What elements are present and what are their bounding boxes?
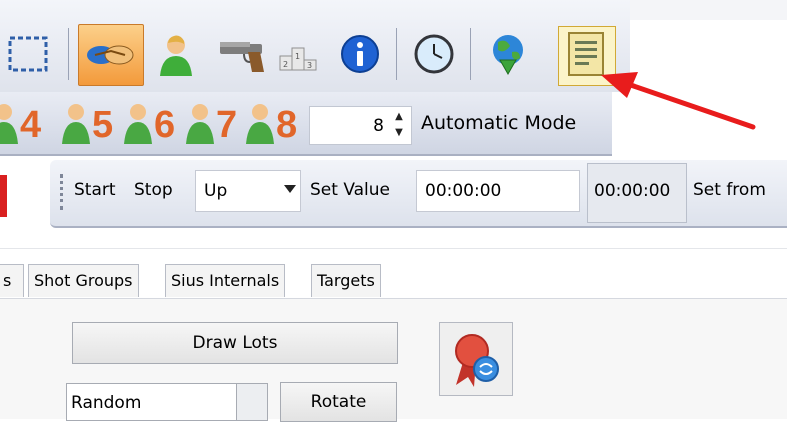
dropdown-button[interactable]: [236, 384, 267, 420]
user-button[interactable]: [150, 26, 202, 82]
automatic-mode-button[interactable]: Automatic Mode: [421, 112, 576, 134]
award-button[interactable]: [439, 322, 513, 396]
stepper-value: 8: [373, 116, 384, 136]
svg-text:1: 1: [295, 52, 300, 61]
shooter-icon: [246, 104, 274, 144]
toolbar-grip[interactable]: [60, 174, 66, 210]
shooter-count-stepper[interactable]: 8 ▲ ▼: [309, 106, 412, 145]
tab-shot-groups[interactable]: Shot Groups: [28, 264, 139, 297]
tab-sius-internals[interactable]: Sius Internals: [165, 264, 286, 297]
clock-button[interactable]: [406, 26, 458, 82]
pistol-icon: [220, 42, 264, 72]
shooter-button[interactable]: 8: [242, 100, 308, 148]
status-marker: [0, 175, 7, 217]
handshake-icon: [87, 45, 134, 65]
shooter-icon: [0, 104, 18, 144]
user-icon: [160, 35, 192, 76]
svg-text:3: 3: [307, 61, 312, 70]
tab-targets[interactable]: Targets: [311, 264, 381, 297]
selection-icon: [8, 36, 48, 72]
toolbar-separator: [68, 28, 69, 80]
svg-text:2: 2: [283, 60, 288, 69]
shooter-button[interactable]: 4: [0, 100, 44, 148]
toolbar-separator: [470, 28, 471, 80]
set-value-input[interactable]: 00:00:00: [416, 170, 580, 212]
shooter-icon: [124, 104, 152, 144]
shooter-button[interactable]: 7: [182, 100, 248, 148]
globe-download-button[interactable]: [480, 26, 532, 82]
clock-icon: [414, 34, 454, 74]
direction-select[interactable]: Up: [195, 170, 301, 212]
shooter-icon: [62, 104, 90, 144]
chevron-down-icon[interactable]: [284, 185, 296, 193]
shooter-number: 8: [276, 104, 298, 146]
shooter-number: 4: [20, 104, 42, 146]
report-button[interactable]: [558, 26, 616, 86]
draw-lots-button[interactable]: Draw Lots: [72, 322, 398, 364]
annotation-arrow-shaft: [619, 79, 756, 130]
shooter-number: 7: [216, 104, 238, 146]
divider: [0, 248, 787, 249]
podium-button[interactable]: 2 1 3: [270, 26, 322, 82]
set-value-label: Set Value: [310, 180, 391, 200]
direction-value: Up: [204, 181, 228, 201]
report-icon: [568, 32, 604, 76]
selection-button[interactable]: [0, 26, 52, 82]
stepper-up-icon[interactable]: ▲: [390, 109, 408, 125]
stepper-down-icon[interactable]: ▼: [390, 125, 408, 141]
info-icon: [341, 35, 379, 73]
rotate-button[interactable]: Rotate: [280, 382, 397, 422]
set-value-input-text: 00:00:00: [425, 181, 502, 201]
handshake-button[interactable]: [78, 24, 144, 86]
toolbar-separator: [396, 28, 397, 80]
podium-icon: 2 1 3: [279, 47, 317, 71]
random-select-value: Random: [71, 393, 142, 413]
shooter-number: 6: [154, 104, 176, 146]
info-button[interactable]: [332, 26, 384, 82]
pistol-button[interactable]: [208, 26, 270, 82]
random-select[interactable]: Random: [66, 383, 268, 421]
timer-display-value: 00:00:00: [594, 181, 671, 201]
main-toolbar: 2 1 3: [0, 0, 630, 92]
timer-display: 00:00:00: [587, 163, 687, 223]
set-from-button[interactable]: Set from: [693, 180, 766, 200]
shooter-button[interactable]: 5: [58, 100, 124, 148]
shooter-button[interactable]: 6: [120, 100, 186, 148]
start-button[interactable]: Start: [74, 180, 116, 200]
stop-button[interactable]: Stop: [134, 180, 173, 200]
shooter-icon: [186, 104, 214, 144]
shooter-number: 5: [92, 104, 114, 146]
award-ribbon-icon: [455, 334, 499, 387]
globe-download-icon: [493, 35, 523, 76]
tab-partial[interactable]: s: [0, 264, 24, 297]
